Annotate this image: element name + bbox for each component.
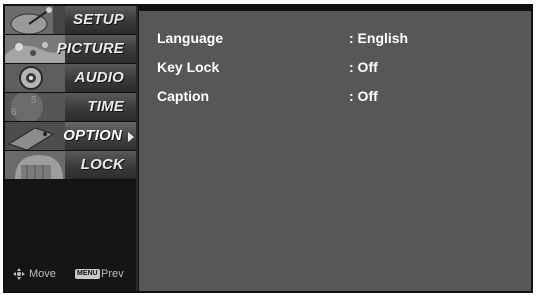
move-hint-label: Move [29, 268, 56, 280]
navigation-hint: Move MENU Prev [5, 265, 136, 285]
prev-hint-label: Prev [101, 268, 124, 280]
menu-item-label: OPTION [63, 127, 122, 144]
setting-name: Language [157, 30, 224, 46]
menu-item-time[interactable]: 6 5 TIME [5, 93, 136, 122]
menu-item-label: LOCK [80, 156, 124, 173]
setting-name: Key Lock [157, 59, 220, 75]
menu-item-picture[interactable]: PICTURE [5, 35, 136, 64]
option-tag-icon [5, 122, 65, 150]
menu-item-lock[interactable]: LOCK [5, 151, 136, 180]
setting-name: Caption [157, 88, 210, 104]
menu-item-label: SETUP [72, 11, 124, 28]
satellite-dish-icon [5, 6, 65, 34]
main-menu-sidebar: SETUP PICTURE AUDIO 6 5 TIME OPTION LOCK… [5, 6, 138, 291]
setting-value: : English [349, 30, 409, 46]
navigation-pad-icon [13, 268, 25, 280]
setting-value: : Off [349, 59, 378, 75]
menu-item-label: PICTURE [56, 40, 124, 57]
clock-icon: 6 5 [5, 93, 65, 121]
menu-item-label: AUDIO [74, 69, 124, 86]
speaker-icon [5, 64, 65, 92]
lock-icon [5, 151, 65, 179]
setting-value: : Off [349, 88, 378, 104]
tv-screen: SETUP PICTURE AUDIO 6 5 TIME OPTION LOCK… [0, 0, 536, 295]
menu-item-label: TIME [87, 98, 124, 115]
svg-text:6: 6 [11, 107, 17, 118]
menu-item-option[interactable]: OPTION [5, 122, 136, 151]
menu-item-audio[interactable]: AUDIO [5, 64, 136, 93]
selected-arrow-icon [128, 132, 134, 142]
menu-item-setup[interactable]: SETUP [5, 6, 136, 35]
osd-window: SETUP PICTURE AUDIO 6 5 TIME OPTION LOCK… [3, 4, 533, 293]
option-settings-panel: Language : English Key Lock : Off Captio… [139, 11, 531, 291]
menu-key-icon: MENU [75, 269, 100, 279]
svg-text:5: 5 [31, 95, 37, 106]
